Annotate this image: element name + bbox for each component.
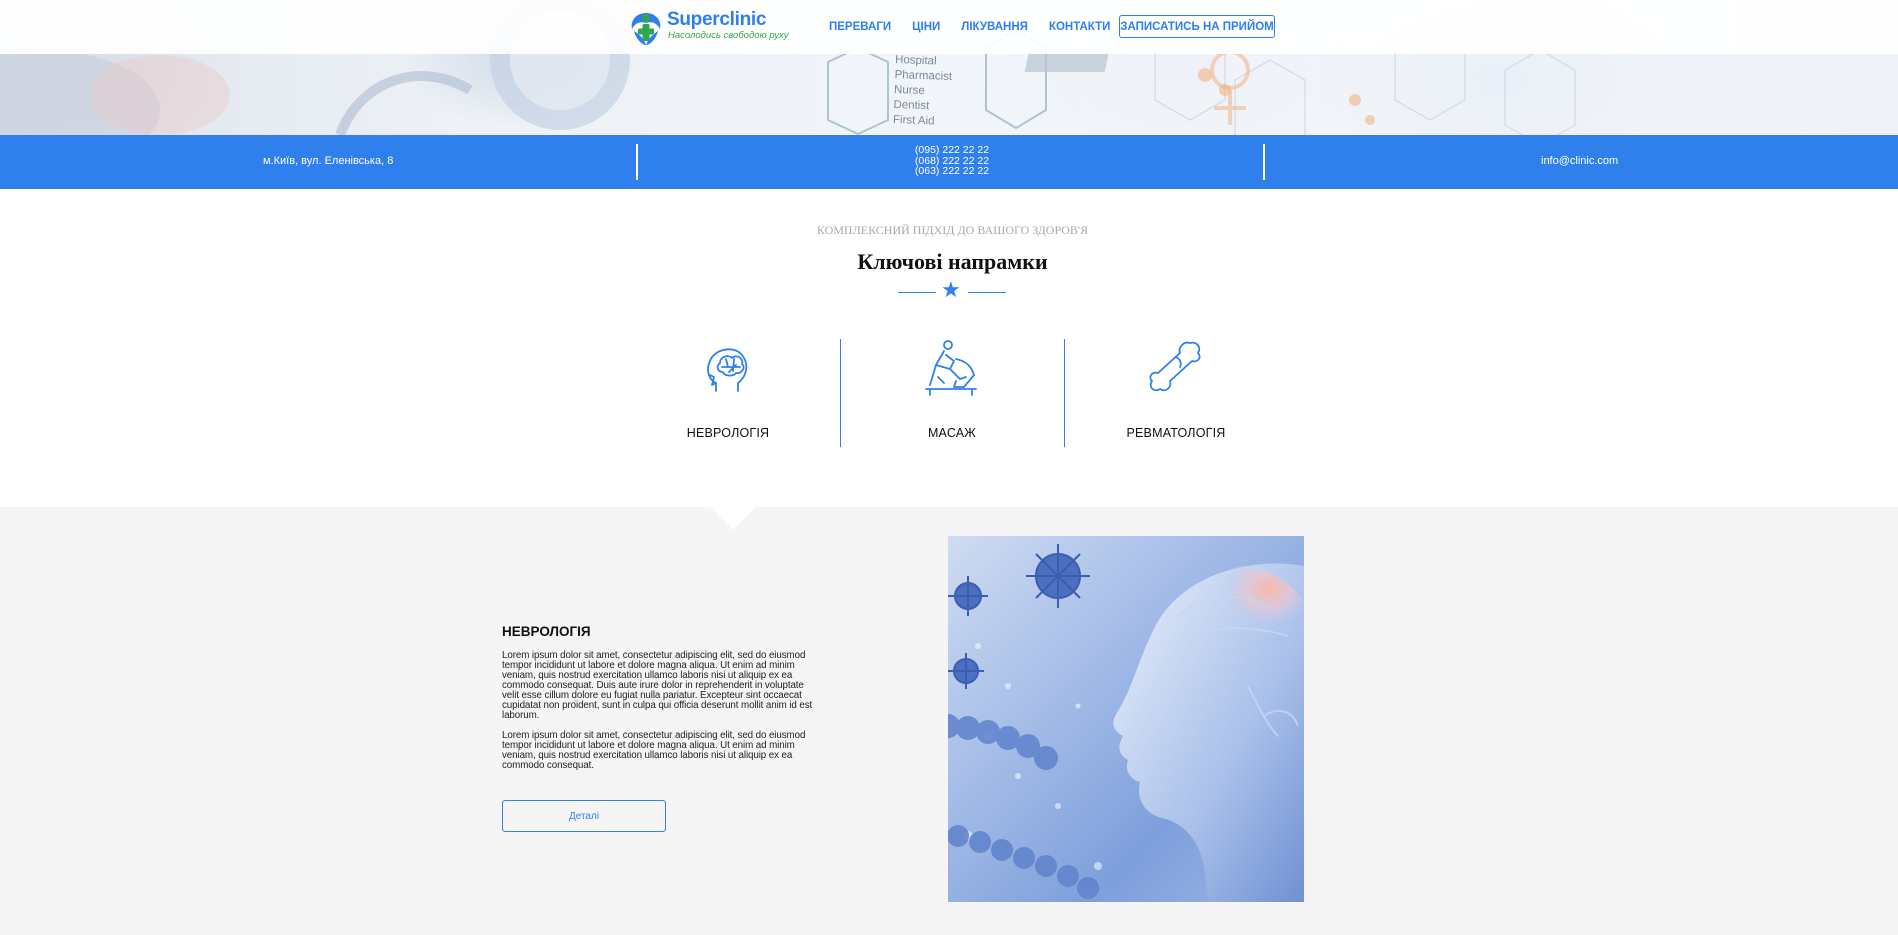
logo-name: Superclinic — [667, 9, 767, 30]
nav-item-advantages[interactable]: ПЕРЕВАГИ — [829, 21, 891, 33]
section-eyebrow: КОМПЛЕКСНИЙ ПІДХІД ДО ВАШОГО ЗДОРОВ'Я — [816, 223, 1089, 237]
direction-label: НЕВРОЛОГІЯ — [686, 426, 770, 440]
nav-item-prices[interactable]: ЦІНИ — [912, 21, 940, 33]
contact-divider — [1263, 144, 1265, 180]
phone-number[interactable]: (095) 222 22 22 — [914, 145, 990, 156]
top-navbar: Superclinic Насолодись свободою руху ПЕР… — [0, 0, 1898, 54]
direction-label: РЕВМАТОЛОГІЯ — [1126, 426, 1226, 440]
direction-label: МАСАЖ — [927, 426, 977, 440]
logo[interactable]: Superclinic Насолодись свободою руху — [626, 7, 796, 49]
main-nav: ПЕРЕВАГИ ЦІНИ ЛІКУВАННЯ КОНТАКТИ — [829, 21, 1131, 33]
hero-note: First Aid — [892, 113, 935, 128]
detail-paragraph: Lorem ipsum dolor sit amet, consectetur … — [502, 650, 813, 721]
massage-icon — [925, 340, 977, 396]
section-pointer — [710, 507, 756, 530]
logo-tagline: Насолодись свободою руху — [668, 30, 789, 41]
nav-item-contacts[interactable]: КОНТАКТИ — [1049, 21, 1110, 33]
brain-head-icon — [707, 348, 748, 392]
contact-email[interactable]: info@clinic.com — [1541, 155, 1618, 167]
brain-illustration — [948, 544, 1304, 902]
details-button[interactable]: Деталі — [502, 800, 666, 832]
nav-item-treatment[interactable]: ЛІКУВАННЯ — [961, 21, 1028, 33]
contact-phones: (095) 222 22 22 (068) 222 22 22 (063) 22… — [914, 145, 990, 177]
logo-cross-icon — [631, 13, 661, 45]
contact-address: м.Київ, вул. Еленівська, 8 — [263, 155, 394, 167]
detail-paragraph: Lorem ipsum dolor sit amet, consectetur … — [502, 730, 806, 771]
book-appointment-button[interactable]: ЗАПИСАТИСЬ НА ПРИЙОМ — [1119, 15, 1275, 38]
contact-divider — [636, 144, 638, 180]
title-divider: ★ — [898, 277, 1006, 302]
direction-rheumatology[interactable]: РЕВМАТОЛОГІЯ — [1064, 339, 1288, 447]
hero-notes-list: Hospital Pharmacist Nurse Dentist First … — [893, 53, 953, 130]
star-icon: ★ — [941, 277, 961, 302]
contact-bar: м.Київ, вул. Еленівська, 8 (095) 222 22 … — [0, 135, 1898, 189]
bone-icon — [1149, 341, 1201, 392]
detail-title: НЕВРОЛОГІЯ — [502, 624, 591, 639]
section-title: Ключові напрамки — [857, 249, 1048, 274]
direction-neurology[interactable]: НЕВРОЛОГІЯ — [616, 339, 840, 447]
divider-line — [898, 292, 936, 293]
phone-number[interactable]: (063) 222 22 22 — [914, 166, 990, 177]
direction-massage[interactable]: МАСАЖ — [840, 339, 1064, 447]
divider-line — [968, 292, 1006, 293]
hero-banner: Hospital Pharmacist Nurse Dentist First … — [0, 0, 1898, 135]
neurology-image — [948, 536, 1304, 902]
